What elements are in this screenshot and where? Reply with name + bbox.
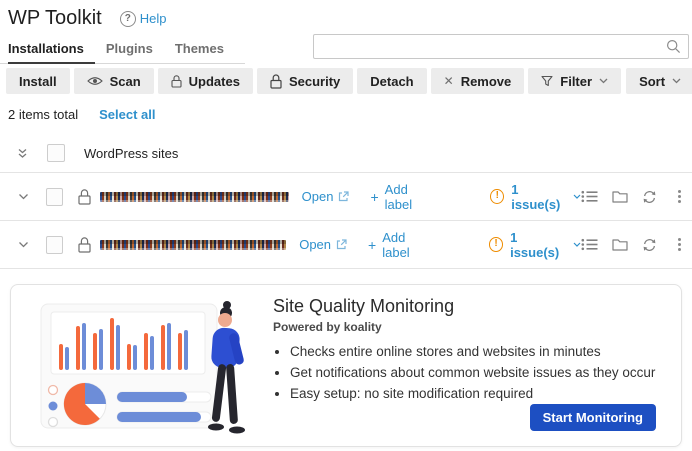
refresh-icon[interactable] xyxy=(642,190,657,204)
funnel-icon xyxy=(541,75,553,87)
group-title: WordPress sites xyxy=(84,145,179,161)
add-label-button[interactable]: + Add label xyxy=(370,182,434,212)
row-checkbox[interactable] xyxy=(46,187,63,206)
chevron-down-icon xyxy=(672,78,681,84)
page-title: WP Toolkit xyxy=(8,7,102,29)
close-icon: ✕ xyxy=(443,74,454,88)
expand-row-icon[interactable] xyxy=(18,193,29,200)
row-actions xyxy=(581,236,683,253)
row-actions xyxy=(581,188,683,205)
details-list-icon[interactable] xyxy=(581,190,598,203)
search-icon[interactable] xyxy=(666,39,681,54)
toolbar: Install Scan Updates Security Detach ✕ R… xyxy=(0,68,692,94)
detach-button[interactable]: Detach xyxy=(357,68,427,94)
site-quality-monitoring-card: Site Quality Monitoring Powered by koali… xyxy=(10,284,682,447)
list-summary: 2 items total Select all xyxy=(0,107,692,122)
collapse-all-icon[interactable] xyxy=(17,148,28,159)
expand-row-icon[interactable] xyxy=(18,241,29,248)
refresh-icon[interactable] xyxy=(642,238,657,252)
items-total-text: 2 items total xyxy=(8,107,79,122)
issues-badge[interactable]: ! 1 issue(s) xyxy=(488,230,581,260)
row-checkbox[interactable] xyxy=(46,235,64,254)
help-icon: ? xyxy=(119,10,136,27)
select-all-link[interactable]: Select all xyxy=(99,107,155,122)
scan-button[interactable]: Scan xyxy=(73,68,154,94)
issues-badge[interactable]: ! 1 issue(s) xyxy=(490,182,581,212)
filter-button[interactable]: Filter xyxy=(528,68,622,94)
promo-bullet: Checks entire online stores and websites… xyxy=(290,341,655,362)
plus-icon: + xyxy=(370,188,379,205)
chevron-down-icon xyxy=(573,194,581,199)
lock-icon xyxy=(78,188,91,205)
tab-plugins[interactable]: Plugins xyxy=(95,39,164,63)
chevron-down-icon xyxy=(573,242,581,247)
open-site-link[interactable]: Open xyxy=(302,189,350,204)
remove-button[interactable]: ✕ Remove xyxy=(430,68,525,94)
external-link-icon xyxy=(336,239,347,250)
promo-bullet: Get notifications about common website i… xyxy=(290,362,655,383)
page-header: WP Toolkit ? Help xyxy=(0,0,692,30)
search-box[interactable] xyxy=(313,34,689,59)
external-link-icon xyxy=(338,191,350,202)
group-checkbox[interactable] xyxy=(47,144,65,162)
search-input[interactable] xyxy=(321,38,666,55)
promo-bullet: Easy setup: no site modification require… xyxy=(290,383,655,404)
tab-installations[interactable]: Installations xyxy=(8,39,95,64)
security-button[interactable]: Security xyxy=(256,68,354,94)
dashboard-illustration xyxy=(39,298,251,434)
redacted-site-name xyxy=(99,191,289,202)
kebab-menu[interactable] xyxy=(676,188,683,205)
eye-icon xyxy=(86,76,103,86)
updates-button[interactable]: Updates xyxy=(157,68,253,94)
open-site-link[interactable]: Open xyxy=(299,237,347,252)
toolbar-right: Filter Sort xyxy=(528,68,692,94)
chevron-down-icon xyxy=(599,78,608,84)
start-monitoring-button[interactable]: Start Monitoring xyxy=(529,404,656,431)
tab-themes[interactable]: Themes xyxy=(164,39,235,63)
group-header-wordpress-sites: WordPress sites xyxy=(0,134,692,173)
tab-bar: Installations Plugins Themes xyxy=(0,39,245,64)
lock-icon xyxy=(78,236,91,253)
site-row: Open + Add label ! 1 issue(s) xyxy=(0,173,692,221)
warning-icon: ! xyxy=(490,189,505,204)
details-list-icon[interactable] xyxy=(581,238,598,251)
promo-bullet-list: Checks entire online stores and websites… xyxy=(273,341,655,404)
site-row: Open + Add label ! 1 issue(s) xyxy=(0,221,692,269)
lock-icon xyxy=(171,74,182,88)
lock-icon xyxy=(270,73,282,89)
promo-subtitle: Powered by koality xyxy=(273,320,382,334)
redacted-site-name xyxy=(100,239,287,250)
file-manager-folder-icon[interactable] xyxy=(612,190,628,203)
add-label-button[interactable]: + Add label xyxy=(368,230,433,260)
warning-icon: ! xyxy=(488,237,504,252)
file-manager-folder-icon[interactable] xyxy=(612,238,628,251)
plus-icon: + xyxy=(368,236,377,253)
promo-title: Site Quality Monitoring xyxy=(273,296,455,316)
sort-button[interactable]: Sort xyxy=(626,68,692,94)
help-label: Help xyxy=(139,11,167,26)
install-button[interactable]: Install xyxy=(6,68,70,94)
help-link[interactable]: ? Help xyxy=(119,10,167,27)
kebab-menu[interactable] xyxy=(676,236,683,253)
